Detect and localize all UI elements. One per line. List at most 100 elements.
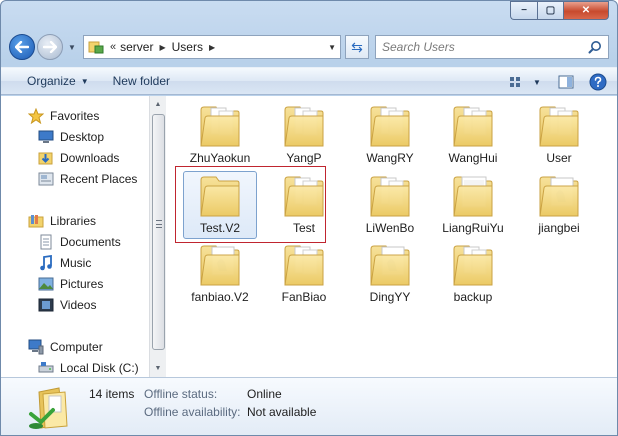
folder-item[interactable]: fanbiao.V2: [180, 237, 260, 307]
back-button[interactable]: [9, 34, 35, 60]
item-count: 14 items: [89, 387, 135, 401]
folder-icon: [283, 243, 325, 289]
nav-item-local-disk[interactable]: Local Disk (C:): [37, 358, 139, 377]
offline-status-label: Offline status:: [144, 387, 218, 401]
folder-item[interactable]: WangHui: [433, 98, 513, 168]
address-bar[interactable]: « server ▶ Users ▶ ▼: [83, 35, 341, 59]
folder-item[interactable]: ZhuYaokun: [180, 98, 260, 168]
offline-availability-value: Not available: [247, 405, 317, 419]
folder-icon: [369, 174, 411, 220]
folder-item[interactable]: LiangRuiYu: [433, 168, 513, 238]
preview-pane-icon: [558, 75, 574, 89]
new-folder-button[interactable]: New folder: [105, 74, 178, 88]
nav-item-music[interactable]: Music: [37, 253, 91, 273]
chevron-right-icon[interactable]: ▶: [209, 43, 215, 52]
breadcrumb-overflow[interactable]: «: [110, 41, 116, 53]
folder-item[interactable]: backup: [433, 237, 513, 307]
search-icon[interactable]: [588, 40, 602, 54]
nav-item-downloads[interactable]: Downloads: [37, 148, 119, 168]
nav-item-libraries[interactable]: Libraries: [27, 211, 96, 231]
nav-label: Videos: [60, 298, 97, 312]
folder-icon: [369, 104, 411, 150]
caption-buttons: − ▢ ✕: [510, 1, 609, 20]
folder-item[interactable]: jiangbei: [519, 168, 599, 238]
navigation-pane: Favorites Desktop Downloads Recent Place…: [1, 96, 149, 377]
change-view-button[interactable]: [505, 72, 527, 92]
folder-item[interactable]: FanBiao: [264, 237, 344, 307]
documents-icon: [37, 234, 55, 250]
scroll-down-icon[interactable]: ▼: [150, 360, 166, 377]
folder-icon: [538, 174, 580, 220]
preview-pane-button[interactable]: [555, 72, 577, 92]
offline-status-value: Online: [247, 387, 282, 401]
desktop-icon: [37, 129, 55, 145]
chevron-right-icon[interactable]: ▶: [159, 43, 165, 52]
nav-item-recent-places[interactable]: Recent Places: [37, 169, 137, 189]
recent-pages-dropdown[interactable]: ▼: [65, 43, 79, 52]
breadcrumb-users[interactable]: Users: [172, 40, 203, 54]
nav-label: Pictures: [60, 277, 104, 291]
minimize-button[interactable]: −: [510, 1, 537, 20]
search-box[interactable]: [375, 35, 609, 59]
nav-label: Libraries: [50, 214, 97, 228]
view-options-dropdown[interactable]: ▼: [531, 72, 543, 92]
folder-item[interactable]: WangRY: [350, 98, 430, 168]
folder-icon: [199, 104, 241, 150]
help-button[interactable]: [587, 72, 609, 92]
nav-label: Documents: [60, 235, 121, 249]
refresh-icon: ⇆: [351, 38, 363, 55]
folder-icon: [452, 174, 494, 220]
forward-arrow-icon: [43, 41, 57, 53]
folder-item[interactable]: User: [519, 98, 599, 168]
main-area: Favorites Desktop Downloads Recent Place…: [1, 96, 617, 377]
chevron-down-icon: ▼: [80, 76, 89, 86]
nav-item-favorites[interactable]: Favorites: [27, 106, 99, 126]
folder-icon: [283, 174, 325, 220]
breadcrumb-server[interactable]: server: [120, 40, 153, 54]
back-arrow-icon: [15, 41, 29, 53]
folder-label: WangHui: [448, 151, 498, 165]
nav-label: Desktop: [60, 130, 105, 144]
folder-label: jiangbei: [538, 221, 580, 235]
computer-icon: [27, 339, 45, 355]
scroll-up-icon[interactable]: ▲: [150, 96, 166, 113]
folder-label: fanbiao.V2: [191, 290, 249, 304]
forward-button[interactable]: [37, 34, 63, 60]
folder-label: YangP: [286, 151, 322, 165]
folder-item[interactable]: DingYY: [350, 237, 430, 307]
folder-label: Test.V2: [199, 221, 241, 235]
folder-icon: [452, 104, 494, 150]
refresh-button[interactable]: ⇆: [345, 35, 369, 59]
nav-item-videos[interactable]: Videos: [37, 295, 96, 315]
search-input[interactable]: [382, 40, 582, 54]
close-button[interactable]: ✕: [563, 1, 609, 20]
nav-item-desktop[interactable]: Desktop: [37, 127, 104, 147]
folder-label: backup: [453, 290, 493, 304]
folder-label: DingYY: [369, 290, 411, 304]
nav-label: Music: [60, 256, 92, 270]
toolbar-right: ▼: [501, 72, 609, 92]
folder-label: ZhuYaokun: [189, 151, 251, 165]
nav-item-pictures[interactable]: Pictures: [37, 274, 103, 294]
folder-icon: [369, 243, 411, 289]
organize-button[interactable]: Organize ▼: [19, 74, 97, 88]
maximize-button[interactable]: ▢: [537, 1, 563, 20]
navigation-scrollbar[interactable]: ▲ ▼: [149, 96, 166, 377]
help-icon: [589, 73, 607, 91]
folder-item[interactable]: LiWenBo: [350, 168, 430, 238]
nav-label: Favorites: [50, 109, 100, 123]
nav-item-documents[interactable]: Documents: [37, 232, 121, 252]
offline-availability-row: Offline availability: Not available: [144, 405, 316, 419]
folder-item[interactable]: Test.V2: [180, 168, 260, 238]
address-dropdown-icon[interactable]: ▼: [328, 43, 336, 52]
folder-icon: [199, 243, 241, 289]
nav-item-computer[interactable]: Computer: [27, 337, 103, 357]
folder-label: FanBiao: [281, 290, 327, 304]
folder-label: LiWenBo: [365, 221, 415, 235]
view-grid-icon: [510, 77, 520, 87]
folder-item[interactable]: YangP: [264, 98, 344, 168]
scrollbar-thumb[interactable]: [152, 114, 165, 350]
command-bar: Organize ▼ New folder ▼: [1, 67, 617, 95]
music-icon: [37, 255, 55, 271]
folder-item[interactable]: Test: [264, 168, 344, 238]
